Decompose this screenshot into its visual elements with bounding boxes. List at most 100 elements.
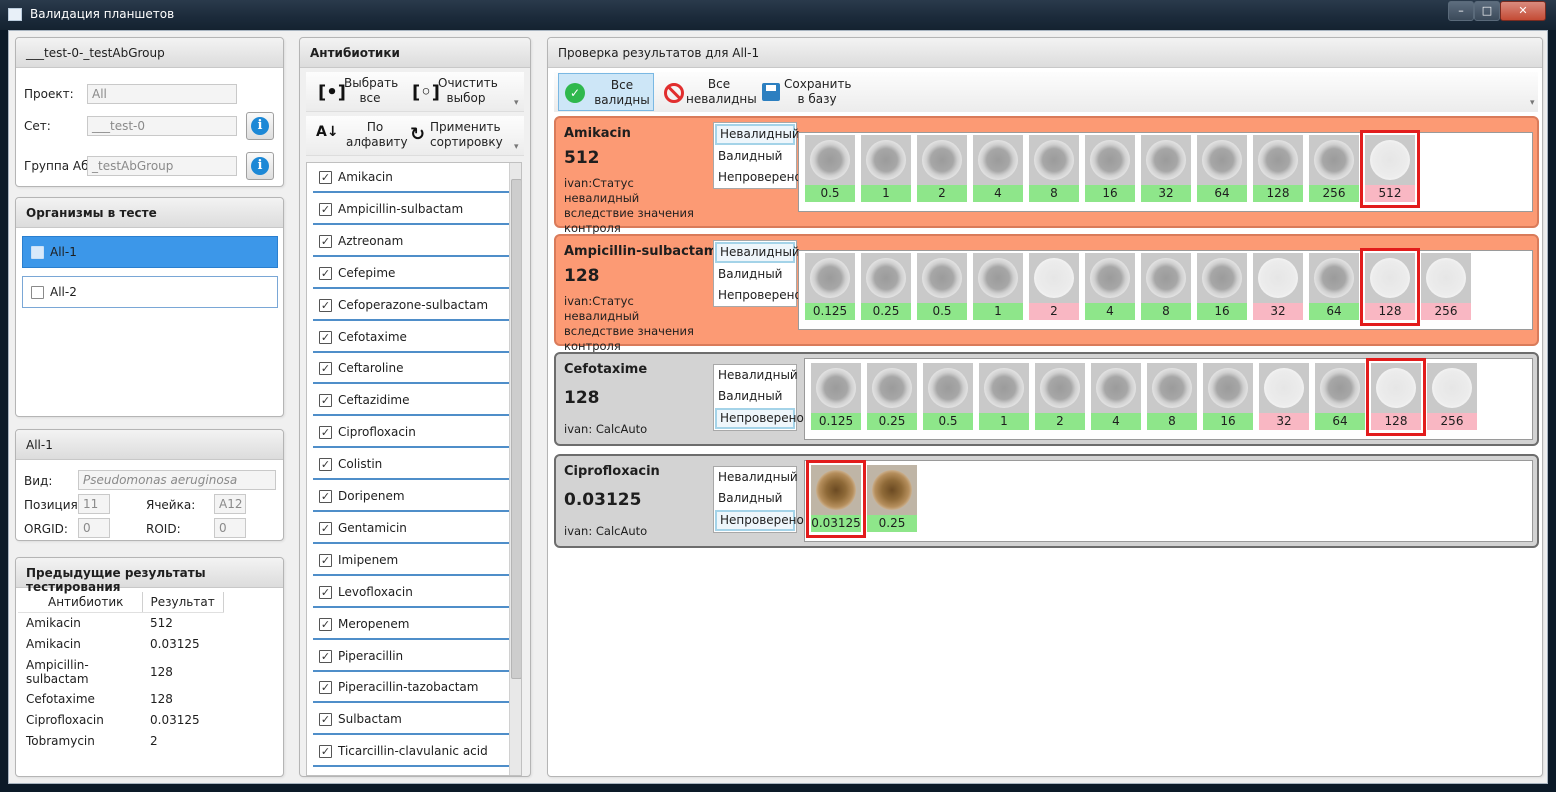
antibiotic-item[interactable]: ✓ Piperacillin — [313, 641, 515, 672]
antibiotic-checkbox[interactable]: ✓ — [319, 202, 332, 216]
well-image[interactable]: 2 — [1029, 253, 1079, 321]
well-image[interactable]: 8 — [1141, 253, 1191, 321]
antibiotic-item[interactable]: ✓ Aztreonam — [313, 226, 515, 257]
antibiotic-checkbox[interactable]: ✓ — [319, 266, 332, 280]
state-option[interactable]: Непроверено — [714, 285, 802, 306]
well-image[interactable]: 256 — [1421, 253, 1471, 321]
well-image[interactable]: 64 — [1309, 253, 1359, 321]
antibiotic-checkbox[interactable]: ✓ — [319, 553, 332, 567]
antibiotic-checkbox[interactable]: ✓ — [319, 713, 332, 727]
antibiotic-checkbox[interactable]: ✓ — [319, 617, 332, 631]
save-to-db-button[interactable]: Сохранить в базу — [758, 73, 854, 111]
well-image[interactable]: 0.5 — [917, 253, 967, 321]
state-option[interactable]: Валидный — [714, 146, 796, 167]
roid-field[interactable]: 0 — [214, 518, 246, 538]
state-option[interactable]: Невалидный — [714, 467, 798, 488]
well-image[interactable]: 2 — [917, 135, 967, 203]
all-invalid-button[interactable]: Все невалидны — [660, 73, 757, 111]
well-image[interactable]: 4 — [1091, 363, 1141, 431]
set-info-button[interactable]: i — [246, 112, 274, 140]
validation-state-selector[interactable]: Невалидный Валидный Непроверено — [713, 466, 804, 533]
group-field[interactable]: _testAbGroup — [87, 156, 237, 176]
antibiotic-item[interactable]: ✓ Imipenem — [313, 545, 515, 576]
well-image[interactable]: 8 — [1147, 363, 1197, 431]
antibiotic-checkbox[interactable]: ✓ — [319, 745, 332, 759]
maximize-button[interactable]: □ — [1474, 1, 1500, 21]
well-image[interactable]: 16 — [1085, 135, 1135, 203]
set-field[interactable]: ___test-0 — [87, 116, 237, 136]
organism-item[interactable]: All-1 — [22, 236, 278, 268]
well-image[interactable]: 0.5 — [923, 363, 973, 431]
well-image[interactable]: 1 — [973, 253, 1023, 321]
scrollbar-thumb[interactable] — [511, 179, 521, 679]
antibiotic-checkbox[interactable]: ✓ — [319, 394, 332, 408]
well-image[interactable]: 0.25 — [861, 253, 911, 321]
antibiotic-checkbox[interactable]: ✓ — [319, 362, 332, 376]
position-field[interactable]: 11 — [78, 494, 110, 514]
antibiotic-item[interactable]: ✓ Cefotaxime — [313, 322, 515, 353]
well-image[interactable]: 0.25 — [867, 465, 917, 533]
organism-checkbox[interactable] — [31, 286, 44, 299]
well-image[interactable]: 16 — [1203, 363, 1253, 431]
well-image[interactable]: 8 — [1029, 135, 1079, 203]
state-option[interactable]: Невалидный — [714, 365, 798, 386]
minimize-button[interactable]: – — [1448, 1, 1474, 21]
group-info-button[interactable]: i — [246, 152, 274, 180]
state-option[interactable]: Невалидный — [715, 124, 800, 145]
well-image[interactable]: 32 — [1253, 253, 1303, 321]
organism-item[interactable]: All-2 — [22, 276, 278, 308]
antibiotic-checkbox[interactable]: ✓ — [319, 234, 332, 248]
clear-selection-button[interactable]: Очистить выбор — [438, 76, 498, 112]
antibiotic-checkbox[interactable]: ✓ — [319, 521, 332, 535]
validation-state-selector[interactable]: Невалидный Валидный Непроверено — [713, 240, 802, 307]
antibiotic-item[interactable]: ✓ Ceftaroline — [313, 354, 515, 385]
well-image[interactable]: 64 — [1197, 135, 1247, 203]
antibiotic-item[interactable]: ✓ Ticarcillin-clavulanic acid — [313, 737, 515, 768]
column-header-antibiotic[interactable]: Антибиотик — [18, 592, 143, 613]
well-image[interactable]: 64 — [1315, 363, 1365, 431]
project-field[interactable]: All — [87, 84, 237, 104]
well-image[interactable]: 1 — [979, 363, 1029, 431]
antibiotic-checkbox[interactable]: ✓ — [319, 426, 332, 440]
sort-alpha-button[interactable]: По алфавиту — [346, 120, 408, 156]
well-image[interactable]: 4 — [1085, 253, 1135, 321]
well-image[interactable]: 512 — [1360, 130, 1420, 208]
antibiotic-item[interactable]: ✓ Meropenem — [313, 609, 515, 640]
antibiotic-checkbox[interactable]: ✓ — [319, 585, 332, 599]
antibiotic-item[interactable]: ✓ Gentamicin — [313, 513, 515, 544]
antibiotic-item[interactable]: ✓ Ceftazidime — [313, 386, 515, 417]
antibiotic-checkbox[interactable]: ✓ — [319, 458, 332, 472]
well-image[interactable]: 4 — [973, 135, 1023, 203]
validation-state-selector[interactable]: Невалидный Валидный Непроверено — [713, 364, 804, 431]
state-option[interactable]: Непроверено — [714, 167, 802, 188]
organism-checkbox[interactable] — [31, 246, 44, 259]
select-all-button[interactable]: Выбрать все — [344, 76, 398, 112]
well-image[interactable]: 128 — [1253, 135, 1303, 203]
antibiotic-item[interactable]: ✓ Ampicillin-sulbactam — [313, 194, 515, 225]
antibiotic-item[interactable]: ✓ Doripenem — [313, 482, 515, 512]
apply-sort-button[interactable]: Применить сортировку — [430, 120, 503, 156]
species-field[interactable]: Pseudomonas aeruginosa — [78, 470, 276, 490]
antibiotic-checkbox[interactable]: ✓ — [319, 681, 332, 695]
well-image[interactable]: 256 — [1309, 135, 1359, 203]
antibiotic-item[interactable]: ✓ Levofloxacin — [313, 577, 515, 608]
antibiotics-scrollbar[interactable] — [509, 163, 521, 775]
all-valid-button[interactable]: ✓ Все валидны — [558, 73, 654, 111]
well-image[interactable]: 0.125 — [805, 253, 855, 321]
antibiotic-item[interactable]: ✓ Colistin — [313, 450, 515, 481]
toolbar-overflow-icon[interactable]: ▾ — [1530, 98, 1535, 108]
antibiotic-item[interactable]: ✓ Sulbactam — [313, 705, 515, 736]
orgid-field[interactable]: 0 — [78, 518, 110, 538]
well-image[interactable]: 32 — [1259, 363, 1309, 431]
well-image[interactable]: 16 — [1197, 253, 1247, 321]
antibiotic-item[interactable]: ✓ Amikacin — [313, 163, 515, 193]
antibiotic-item[interactable]: ✓ Ciprofloxacin — [313, 418, 515, 449]
antibiotic-checkbox[interactable]: ✓ — [319, 649, 332, 663]
antibiotic-item[interactable]: ✓ Cefepime — [313, 258, 515, 289]
well-image[interactable]: 1 — [861, 135, 911, 203]
antibiotic-checkbox[interactable]: ✓ — [319, 490, 332, 503]
antibiotic-checkbox[interactable]: ✓ — [319, 171, 332, 184]
well-image[interactable]: 2 — [1035, 363, 1085, 431]
state-option[interactable]: Невалидный — [715, 242, 800, 263]
well-image[interactable]: 0.25 — [867, 363, 917, 431]
